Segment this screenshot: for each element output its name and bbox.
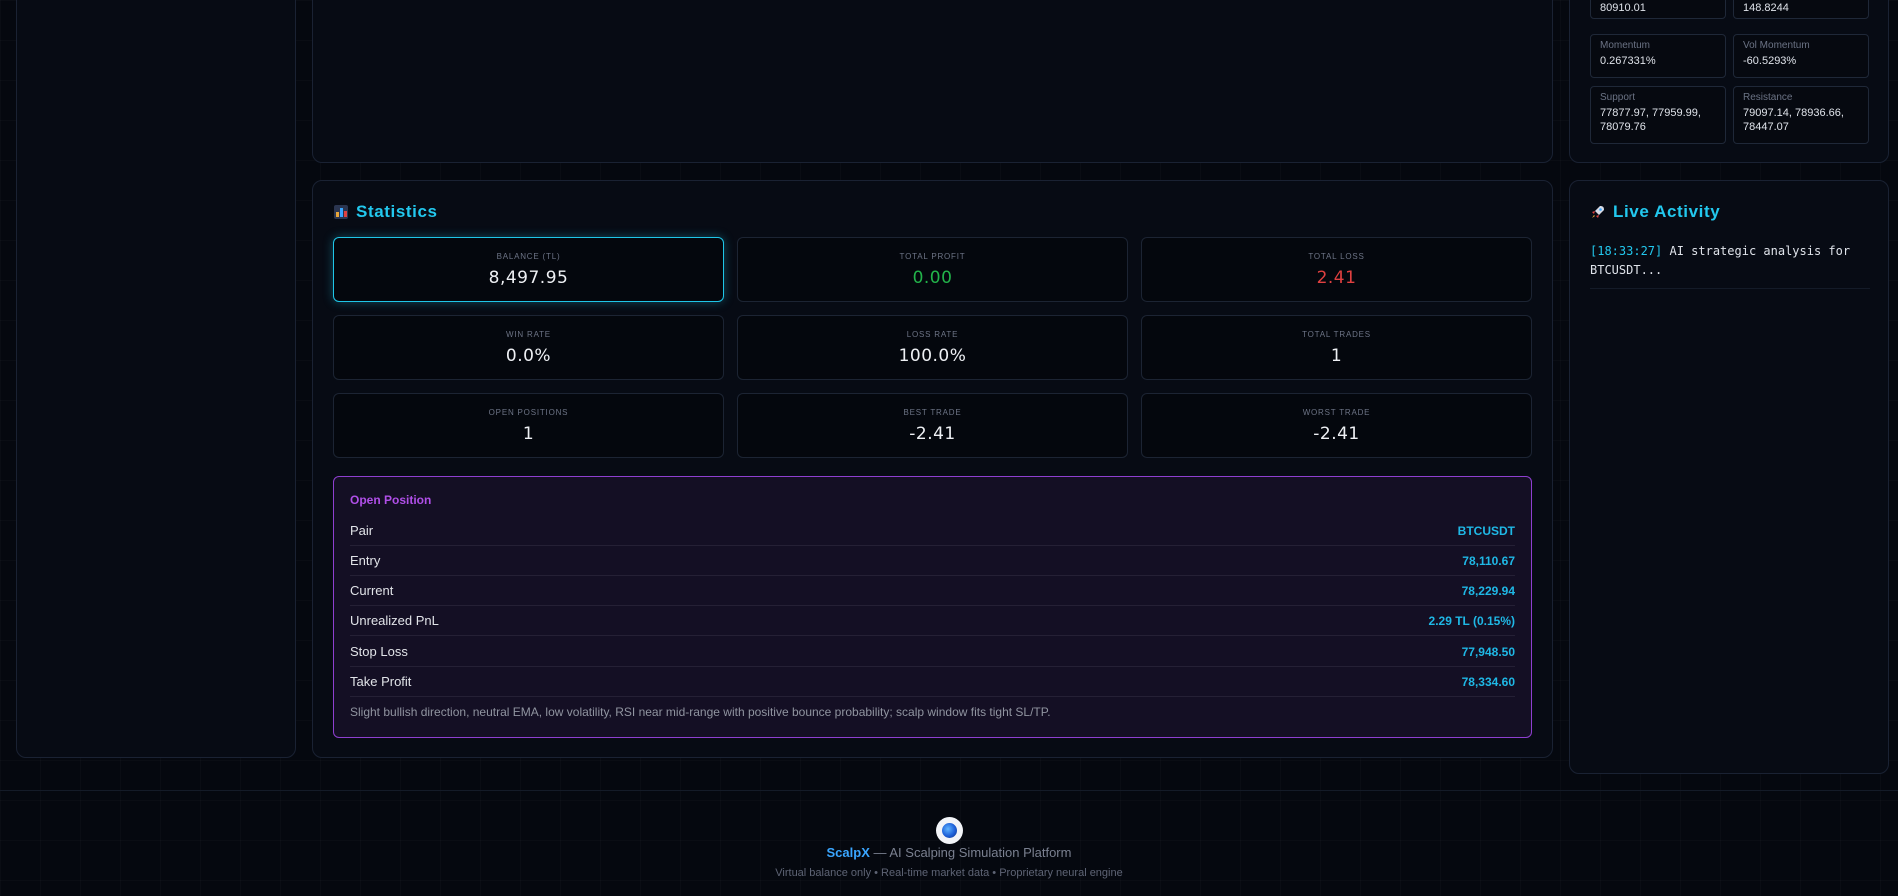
position-row-take-profit: Take Profit 78,334.60 [350, 667, 1515, 697]
stat-value: 1 [1330, 346, 1343, 366]
position-row-unrealized-pnl: Unrealized PnL 2.29 TL (0.15%) [350, 606, 1515, 636]
statistics-header: Statistics [334, 202, 438, 222]
position-value: BTCUSDT [1457, 523, 1515, 538]
stat-label: OPEN POSITIONS [488, 408, 569, 417]
stat-card-win-rate: WIN RATE 0.0% [333, 315, 724, 380]
position-key: Current [350, 583, 394, 598]
support-value: 77877.97, 77959.99, 78079.76 [1600, 107, 1701, 133]
support-label: Support [1600, 92, 1636, 103]
position-value: 78,334.60 [1461, 674, 1515, 689]
position-value: 78,229.94 [1461, 583, 1515, 598]
stat-value: 2.41 [1316, 268, 1357, 288]
scalpx-logo-icon [936, 817, 963, 844]
statistics-title: Statistics [356, 202, 438, 221]
momentum-value: 0.267331% [1600, 55, 1656, 67]
left-sidebar [16, 0, 296, 758]
indicator-support: Support 77877.97, 77959.99, 78079.76 [1590, 86, 1726, 144]
stat-card-total-trades: TOTAL TRADES 1 [1141, 315, 1532, 380]
indicator-resistance: Resistance 79097.14, 78936.66, 78447.07 [1733, 86, 1869, 144]
footer-brand: ScalpX — AI Scalping Simulation Platform [0, 845, 1898, 860]
position-key: Stop Loss [350, 644, 408, 659]
position-value: 2.29 TL (0.15%) [1428, 613, 1515, 628]
stat-card-best-trade: BEST TRADE -2.41 [737, 393, 1128, 458]
stat-card-worst-trade: WORST TRADE -2.41 [1141, 393, 1532, 458]
chart-panel [312, 0, 1553, 163]
open-position-card: Open Position Pair BTCUSDT Entry 78,110.… [333, 476, 1532, 738]
stat-value: 8,497.95 [488, 268, 569, 288]
position-row-pair: Pair BTCUSDT [350, 516, 1515, 546]
position-value: 77,948.50 [1461, 644, 1515, 659]
momentum-label: Momentum [1600, 40, 1651, 51]
stat-value: 1 [522, 424, 535, 444]
statistics-panel: Statistics BALANCE (TL) 8,497.95 TOTAL P… [312, 180, 1553, 758]
stat-label: BALANCE (TL) [496, 252, 561, 261]
bar-chart-icon [334, 205, 348, 219]
stat-card-open-positions: OPEN POSITIONS 1 [333, 393, 724, 458]
indicators-panel: 80910.01 148.8244 Momentum 0.267331% Vol… [1569, 0, 1889, 163]
stat-label: TOTAL TRADES [1302, 330, 1371, 339]
indicator-price: 80910.01 [1590, 0, 1726, 19]
position-row-current: Current 78,229.94 [350, 576, 1515, 606]
stat-value: 100.0% [898, 346, 967, 366]
position-key: Pair [350, 523, 374, 538]
indicator-momentum: Momentum 0.267331% [1590, 34, 1726, 78]
activity-timestamp: [18:33:27] [1590, 244, 1663, 258]
live-activity-header: Live Activity [1591, 202, 1720, 222]
footer-tagline: — AI Scalping Simulation Platform [869, 845, 1072, 860]
position-value: 78,110.67 [1462, 553, 1515, 568]
stat-label: TOTAL LOSS [1308, 252, 1365, 261]
indicator-volume: 148.8244 [1733, 0, 1869, 19]
stat-value: -2.41 [1313, 424, 1360, 444]
live-activity-title: Live Activity [1613, 202, 1721, 221]
position-key: Unrealized PnL [350, 613, 439, 628]
stat-value: 0.0% [505, 346, 552, 366]
position-key: Take Profit [350, 674, 412, 689]
stat-card-total-profit: TOTAL PROFIT 0.00 [737, 237, 1128, 302]
vol-momentum-label: Vol Momentum [1743, 40, 1810, 51]
indicator-price-value: 80910.01 [1600, 2, 1646, 14]
resistance-value: 79097.14, 78936.66, 78447.07 [1743, 107, 1844, 133]
stat-card-total-loss: TOTAL LOSS 2.41 [1141, 237, 1532, 302]
activity-entry: [18:33:27] AI strategic analysis for BTC… [1590, 242, 1870, 289]
stat-card-loss-rate: LOSS RATE 100.0% [737, 315, 1128, 380]
stat-label: TOTAL PROFIT [899, 252, 966, 261]
stat-label: WIN RATE [506, 330, 551, 339]
position-analysis-note: Slight bullish direction, neutral EMA, l… [350, 705, 1051, 719]
stat-label: LOSS RATE [906, 330, 959, 339]
stat-label: WORST TRADE [1302, 408, 1371, 417]
stat-card-balance: BALANCE (TL) 8,497.95 [333, 237, 724, 302]
rocket-icon [1591, 205, 1605, 219]
open-position-title: Open Position [350, 493, 432, 507]
position-row-stop-loss: Stop Loss 77,948.50 [350, 637, 1515, 667]
live-activity-panel: Live Activity [18:33:27] AI strategic an… [1569, 180, 1889, 774]
stat-value: -2.41 [909, 424, 956, 444]
stat-label: BEST TRADE [903, 408, 962, 417]
indicator-volume-value: 148.8244 [1743, 2, 1789, 14]
footer-subtitle: Virtual balance only • Real-time market … [775, 867, 1123, 879]
footer-brand-name: ScalpX [826, 845, 870, 860]
indicator-vol-momentum: Vol Momentum -60.5293% [1733, 34, 1869, 78]
position-key: Entry [350, 553, 381, 568]
stat-value: 0.00 [912, 268, 953, 288]
position-row-entry: Entry 78,110.67 [350, 546, 1515, 576]
resistance-label: Resistance [1743, 92, 1793, 103]
vol-momentum-value: -60.5293% [1743, 55, 1797, 67]
footer-divider [0, 790, 1898, 791]
